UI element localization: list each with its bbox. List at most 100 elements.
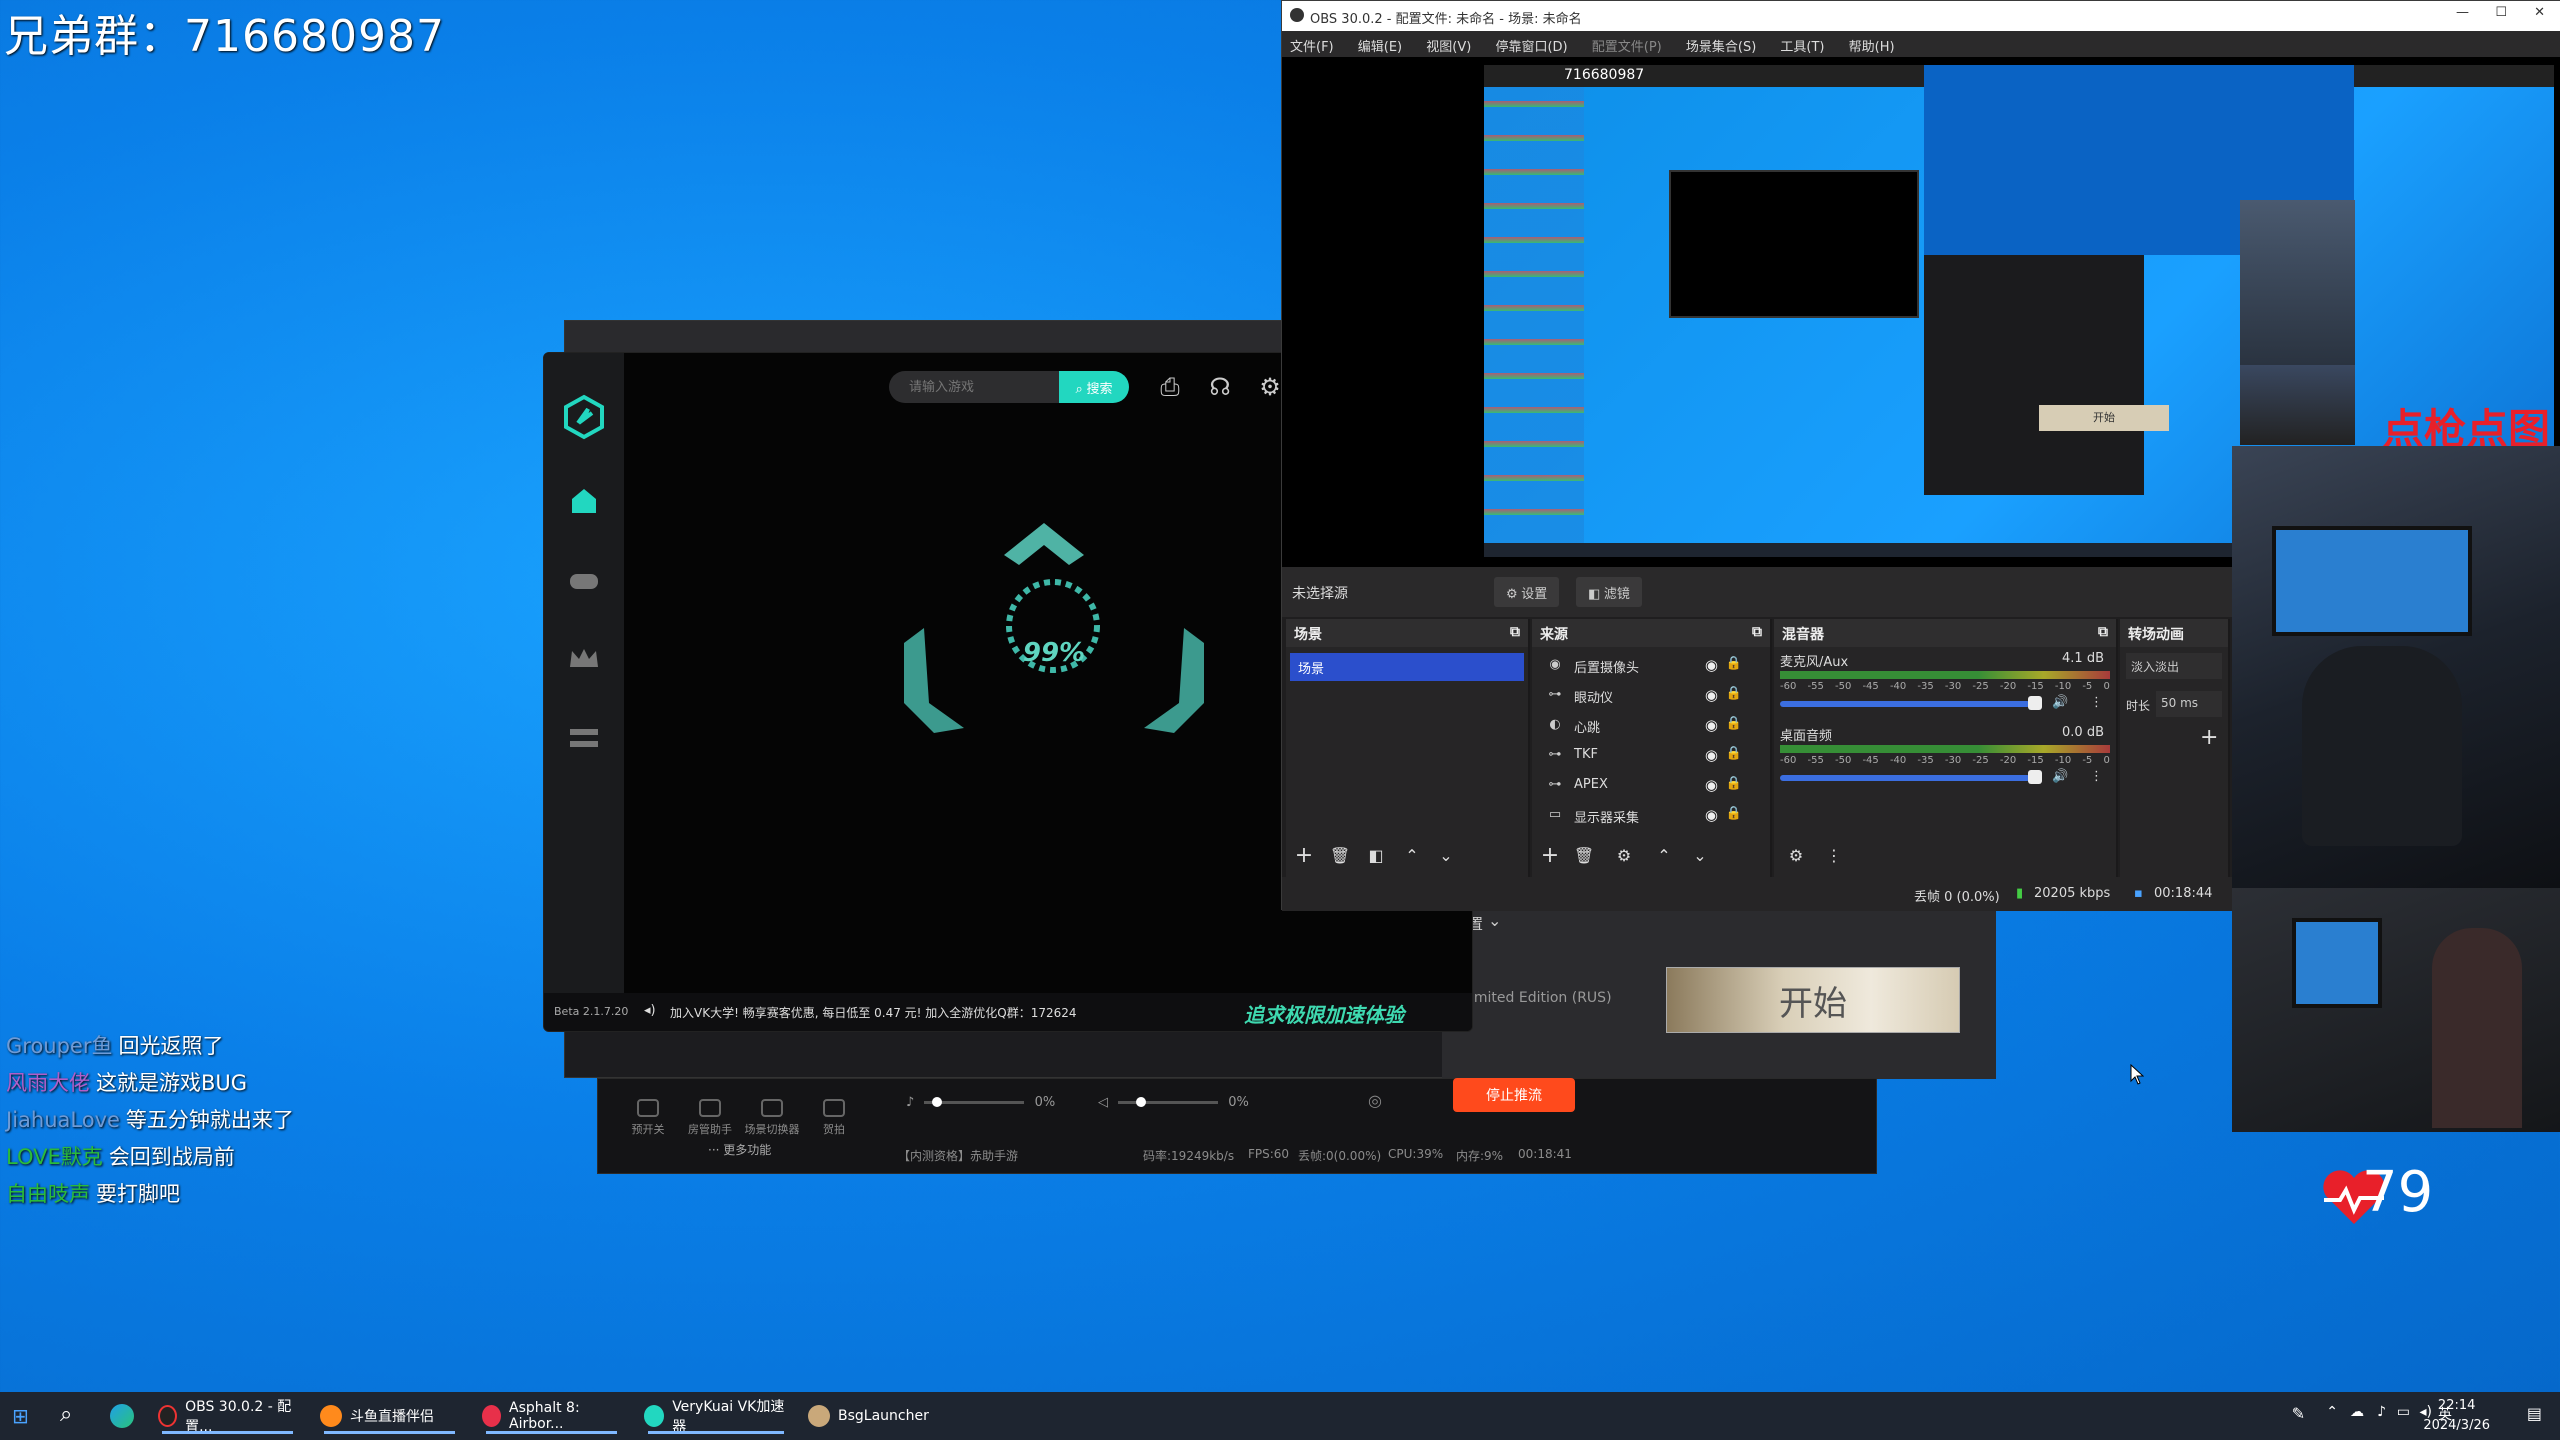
nav-gamepad-icon[interactable] (566, 565, 602, 597)
mic-slider[interactable]: ♪ 0% (906, 1095, 1055, 1110)
more-functions-link[interactable]: ··· 更多功能 (708, 1141, 771, 1158)
source-settings-button[interactable]: ⚙ 设置 (1494, 577, 1560, 607)
move-up-icon[interactable]: ⌃ (1398, 843, 1426, 871)
vk-search-input[interactable] (889, 371, 1059, 403)
pen-icon[interactable]: ✎ (2292, 1404, 2305, 1423)
add-transition-icon[interactable]: + (2200, 725, 2218, 750)
gift-icon[interactable]: ⎙ (1156, 373, 1184, 401)
close-icon[interactable]: ✕ (2534, 5, 2545, 20)
tool-scene-switcher[interactable]: 场景切换器 (742, 1099, 802, 1137)
taskbar-item-obs[interactable]: OBS 30.0.2 - 配置... (150, 1398, 305, 1435)
transition-type-select[interactable]: 淡入淡出 (2126, 653, 2222, 679)
source-row[interactable]: ⊶ TKF ◉ 🔒 (1532, 741, 1770, 771)
lock-icon[interactable]: 🔒 (1726, 656, 1742, 671)
sources-dock-toolbar: + 🗑 ⚙ ⌃ ⌄ (1532, 837, 1770, 877)
taskbar-item-douyu[interactable]: 斗鱼直播伴侣 (312, 1398, 467, 1434)
eye-icon[interactable]: ◉ (1705, 716, 1718, 734)
eye-icon[interactable]: ◉ (1705, 686, 1718, 704)
system-clock[interactable]: 22:14 2024/3/26 (2423, 1396, 2490, 1436)
lock-icon[interactable]: 🔒 (1726, 776, 1742, 791)
duration-input[interactable]: 50 ms (2156, 691, 2222, 717)
taskbar-item-vk[interactable]: VeryKuai VK加速器 (636, 1398, 796, 1435)
mixer-channel-mic: 麦克风/Aux 4.1 dB -60 -55 -50 -45 -40 -35 -30 -25 -2… (1780, 651, 2110, 710)
source-filters-button[interactable]: ◧ 滤镜 (1576, 577, 1642, 607)
menu-file[interactable]: 文件(F) (1290, 40, 1334, 55)
nav-apps-icon[interactable] (566, 723, 602, 755)
volume-slider-handle[interactable] (2028, 770, 2042, 784)
undock-icon[interactable]: ⧉ (2098, 624, 2108, 640)
menu-help[interactable]: 帮助(H) (1849, 40, 1895, 55)
lock-icon[interactable]: 🔒 (1726, 806, 1742, 821)
stop-stream-button[interactable]: 停止推流 (1453, 1078, 1575, 1112)
speaker-icon[interactable]: 🔊 (2052, 695, 2068, 710)
notification-icon[interactable]: ▤ (2527, 1404, 2542, 1423)
monitor-tray-icon[interactable]: ▭ (2397, 1404, 2410, 1420)
menu-docks[interactable]: 停靠窗口(D) (1495, 40, 1567, 55)
maximize-icon[interactable]: ☐ (2495, 5, 2507, 20)
nav-crown-icon[interactable] (566, 643, 602, 675)
lock-icon[interactable]: 🔒 (1726, 716, 1742, 731)
eye-icon[interactable]: ◉ (1705, 746, 1718, 764)
more-vertical-icon[interactable]: ⋮ (2090, 769, 2103, 784)
search-icon[interactable]: ⌕ (60, 1402, 72, 1427)
eye-icon[interactable]: ◉ (1705, 656, 1718, 674)
nav-home-icon[interactable] (566, 485, 602, 517)
source-row[interactable]: ⊶ APEX ◉ 🔒 (1532, 771, 1770, 801)
eye-icon[interactable]: ◉ (1705, 806, 1718, 824)
add-source-icon[interactable]: + (1536, 843, 1564, 871)
remove-scene-icon[interactable]: 🗑 (1326, 843, 1354, 871)
remove-source-icon[interactable]: 🗑 (1570, 843, 1598, 871)
more-vertical-icon[interactable]: ⋮ (2090, 695, 2103, 710)
network-icon[interactable]: ☁ (2350, 1404, 2364, 1420)
move-down-icon[interactable]: ⌄ (1686, 843, 1714, 871)
headset-icon[interactable]: ☊ (1206, 373, 1234, 401)
volume-slider[interactable] (1780, 701, 2030, 707)
menu-tools[interactable]: 工具(T) (1780, 40, 1824, 55)
tool-switch[interactable]: 预开关 (618, 1099, 678, 1137)
lock-icon[interactable]: 🔒 (1726, 686, 1742, 701)
more-vertical-icon[interactable]: ⋮ (1820, 843, 1848, 871)
menu-view[interactable]: 视图(V) (1426, 40, 1471, 55)
settings-circle-icon[interactable]: ◎ (1368, 1091, 1382, 1110)
vk-search-button[interactable]: ⌕ 搜索 (1059, 371, 1129, 403)
source-row[interactable]: ⊶ 眼动仪 ◉ 🔒 (1532, 681, 1770, 711)
minimize-icon[interactable]: — (2456, 5, 2469, 20)
lock-icon[interactable]: 🔒 (1726, 746, 1742, 761)
undock-icon[interactable]: ⧉ (1752, 624, 1762, 640)
scene-filter-icon[interactable]: ◧ (1362, 843, 1390, 871)
gear-icon[interactable]: ⚙ (1610, 843, 1638, 871)
game-start-button[interactable]: 开始 (1666, 967, 1960, 1033)
add-scene-icon[interactable]: + (1290, 843, 1318, 871)
accelerating-animation (904, 523, 1204, 733)
chevron-up-icon[interactable]: ⌃ (2326, 1404, 2338, 1420)
eye-icon[interactable]: ◉ (1705, 776, 1718, 794)
menu-edit[interactable]: 编辑(E) (1358, 40, 1402, 55)
gear-icon[interactable]: ⚙ (1256, 373, 1284, 401)
search-icon: ⌕ (1075, 380, 1087, 396)
monitor-icon: ▭ (1548, 807, 1562, 822)
taskbar-item-bsg[interactable]: BsgLauncher (800, 1398, 940, 1434)
menu-profile[interactable]: 配置文件(P) (1592, 40, 1662, 55)
move-up-icon[interactable]: ⌃ (1650, 843, 1678, 871)
tool-room-manager[interactable]: 房管助手 (680, 1099, 740, 1137)
windows-start-icon[interactable]: ⊞ (12, 1404, 29, 1428)
edge-browser-icon[interactable] (110, 1404, 134, 1428)
chevron-down-icon[interactable]: ⌄ (1488, 911, 1501, 930)
source-row[interactable]: ▭ 显示器采集 ◉ 🔒 (1532, 801, 1770, 831)
tool-cheer[interactable]: 贺拍 (804, 1099, 864, 1137)
scene-item[interactable]: 场景 (1290, 653, 1524, 681)
advanced-audio-icon[interactable]: ⚙ (1782, 843, 1810, 871)
mic-tray-icon[interactable]: ♪ (2377, 1404, 2386, 1420)
menu-scene-collection[interactable]: 场景集合(S) (1686, 40, 1756, 55)
volume-slider-handle[interactable] (2028, 696, 2042, 710)
speaker-icon[interactable]: 🔊 (2052, 769, 2068, 784)
speaker-slider[interactable]: ◁ 0% (1098, 1095, 1249, 1110)
vk-notice[interactable]: 加入VK大学! 畅享赛客优惠, 每日低至 0.47 元! 加入全游优化Q群：17… (670, 1004, 1077, 1021)
volume-slider[interactable] (1780, 775, 2030, 781)
move-down-icon[interactable]: ⌄ (1432, 843, 1460, 871)
undock-icon[interactable]: ⧉ (1510, 624, 1520, 640)
taskbar-item-asphalt[interactable]: Asphalt 8: Airbor... (474, 1398, 629, 1434)
source-row[interactable]: ◉ 后置摄像头 ◉ 🔒 (1532, 651, 1770, 681)
source-row[interactable]: ◐ 心跳 ◉ 🔒 (1532, 711, 1770, 741)
chat-message: LOVE默克 会回到战局前 (6, 1145, 235, 1169)
